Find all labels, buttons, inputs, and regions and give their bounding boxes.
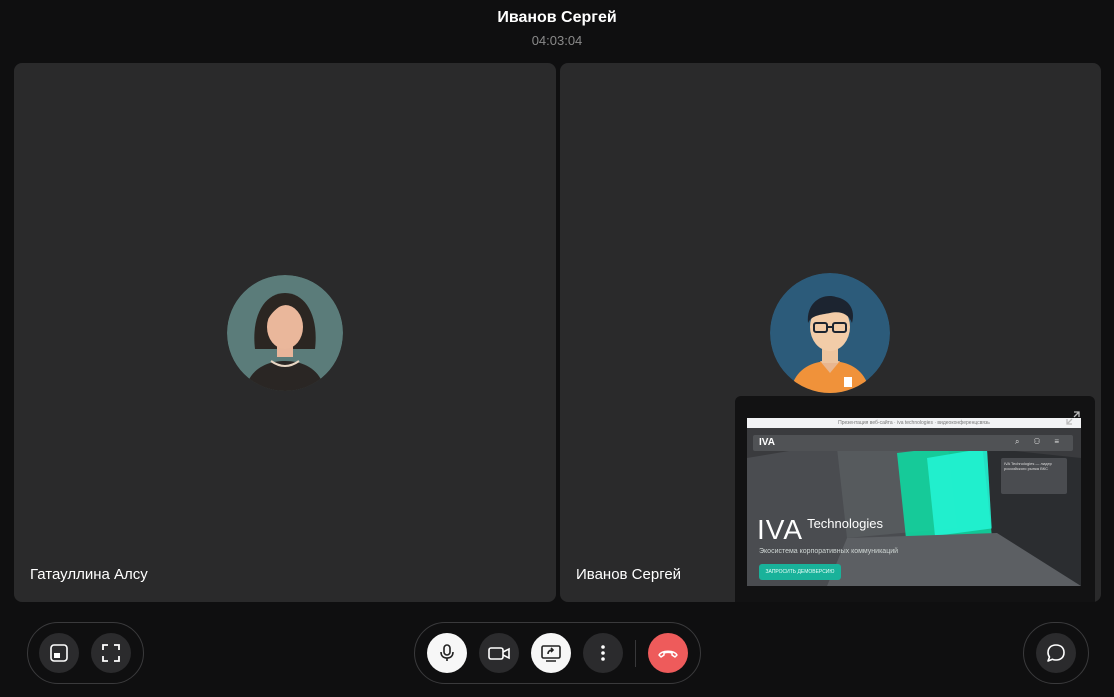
more-button[interactable]: [583, 633, 623, 673]
call-header: Иванов Сергей 04:03:04: [0, 8, 1114, 49]
more-icon: [601, 645, 605, 661]
site-subtitle: Экосистема корпоративных коммуникаций: [759, 548, 899, 555]
participant-name: Гатауллина Алсу: [30, 566, 148, 583]
site-brand-suffix: Technologies: [807, 516, 883, 531]
call-timer: 04:03:04: [531, 33, 583, 48]
view-toolbar: [27, 622, 144, 684]
site-navbar: IVA ⌕ ⚇ ≡: [753, 435, 1073, 451]
screen-share-button[interactable]: [531, 633, 571, 673]
camera-button[interactable]: [479, 633, 519, 673]
fullscreen-icon: [102, 644, 120, 662]
shared-screen: Презентация веб-сайта · iva technologies…: [747, 418, 1081, 586]
site-brand: IVA Technologies: [757, 514, 883, 546]
call-title: Иванов Сергей: [497, 9, 617, 26]
site-logo: IVA: [759, 437, 775, 448]
site-brand-main: IVA: [757, 514, 804, 545]
call-controls: [414, 622, 701, 684]
expand-icon[interactable]: [1065, 410, 1081, 426]
site-cta-button: ЗАПРОСИТЬ ДЕМОВЕРСИЮ: [759, 564, 841, 580]
microphone-icon: [440, 644, 454, 661]
screen-share-preview[interactable]: Презентация веб-сайта · iva technologies…: [735, 396, 1095, 602]
chat-button[interactable]: [1036, 633, 1076, 673]
participant-name: Иванов Сергей: [576, 566, 682, 583]
camera-icon: [488, 647, 510, 660]
site-news-card: IVA Technologies — лидер российского рын…: [1001, 458, 1067, 494]
male-avatar-glasses: [770, 273, 890, 393]
layout-button[interactable]: [39, 633, 79, 673]
screen-share-icon: [541, 645, 561, 662]
chat-icon: [1047, 644, 1065, 662]
chat-toolbar: [1023, 622, 1089, 684]
toolbar-divider: [635, 640, 636, 667]
site-nav-icons: ⌕ ⚇ ≡: [1015, 437, 1065, 446]
hangup-button[interactable]: [648, 633, 688, 673]
participant-tile[interactable]: Гатауллина Алсу: [14, 63, 556, 602]
layout-icon: [50, 644, 68, 662]
hangup-icon: [658, 650, 678, 658]
microphone-button[interactable]: [427, 633, 467, 673]
browser-banner: Презентация веб-сайта · iva technologies…: [747, 418, 1081, 428]
female-avatar: [227, 275, 343, 391]
fullscreen-button[interactable]: [91, 633, 131, 673]
